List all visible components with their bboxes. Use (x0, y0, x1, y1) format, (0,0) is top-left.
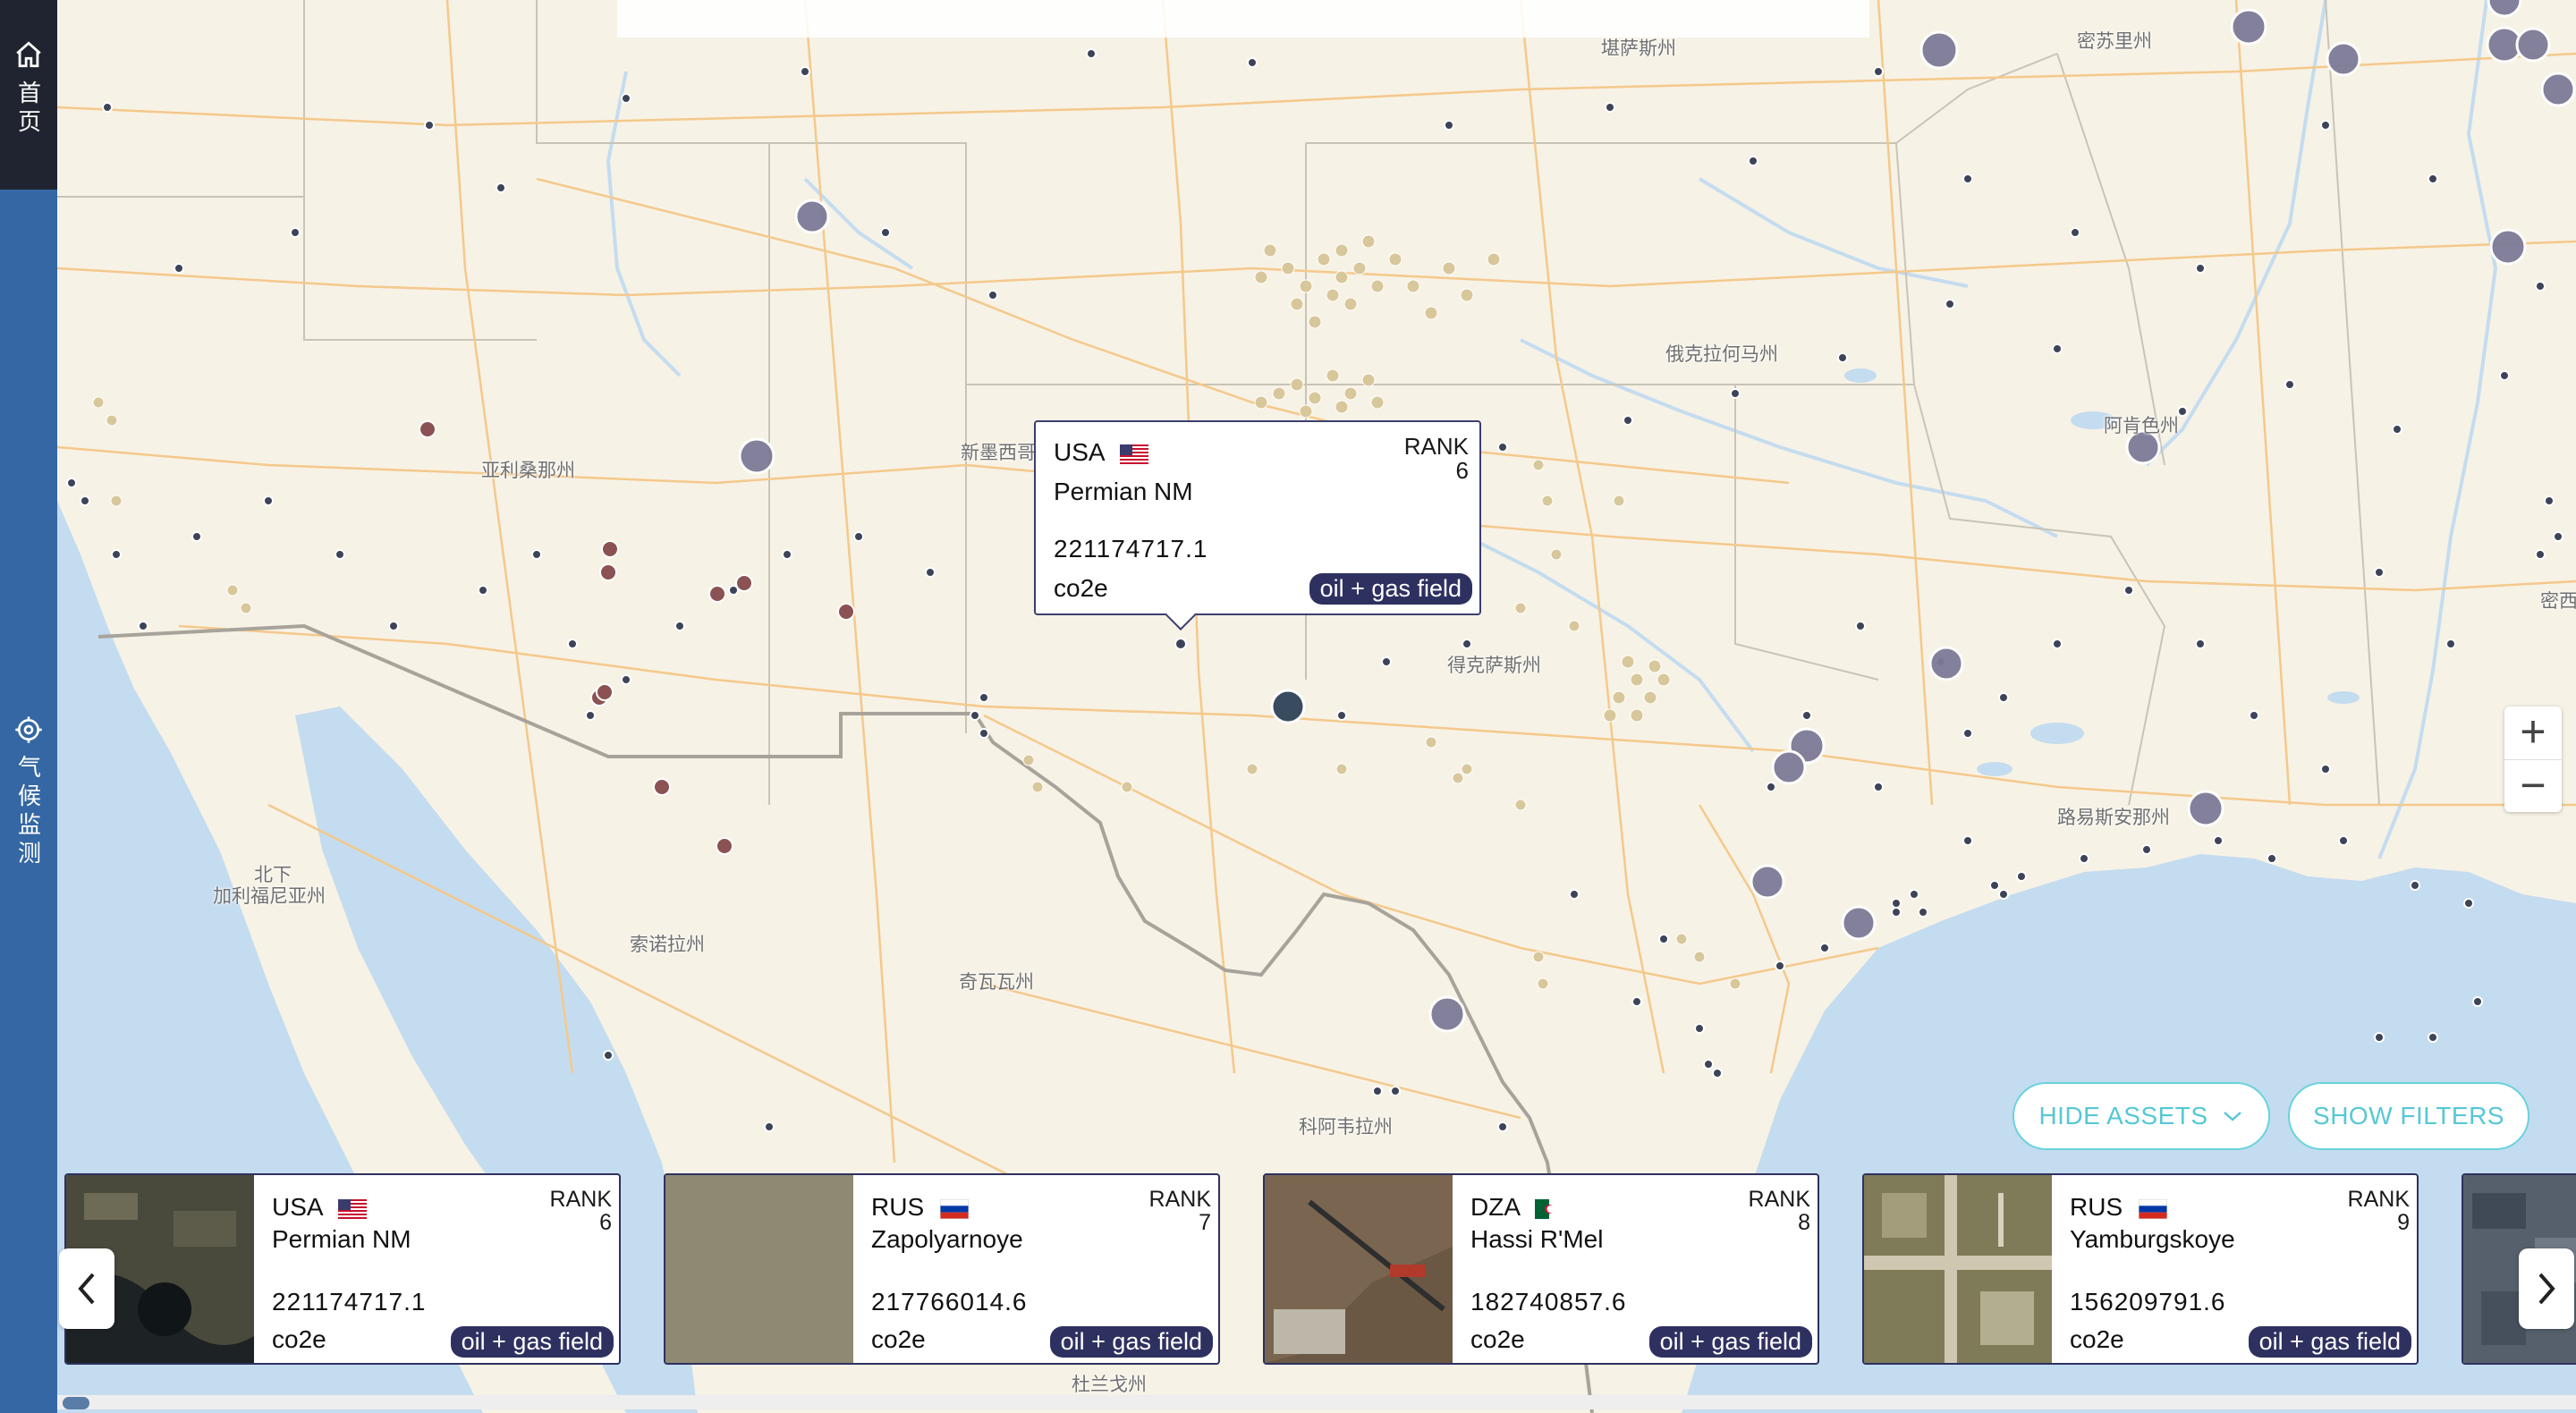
carousel-scrollbar[interactable] (57, 1395, 2576, 1409)
show-filters-button[interactable]: SHOW FILTERS (2288, 1082, 2529, 1150)
carousel-next-button[interactable] (2519, 1248, 2574, 1329)
card-unit: co2e (871, 1325, 926, 1353)
card-country-row: RUS (2070, 1193, 2167, 1222)
popup-unit: co2e (1054, 574, 1108, 602)
map-label-baja-north-2: 加利福尼亚州 (213, 886, 326, 907)
card-rank: RANK 7 (1149, 1188, 1211, 1235)
sidebar-item-climate[interactable]: 气候监测 (0, 715, 57, 869)
card-rank-value: 9 (2397, 1210, 2410, 1236)
sidebar-item-home[interactable]: 首页 (0, 0, 57, 190)
card-country: RUS (871, 1193, 925, 1221)
card-type-badge: oil + gas field (450, 1326, 614, 1358)
card-unit: co2e (2070, 1325, 2124, 1353)
satellite-thumbnail (1864, 1175, 2052, 1363)
home-icon (16, 41, 41, 68)
card-rank: RANK 9 (2348, 1188, 2410, 1235)
card-country: DZA (1470, 1193, 1520, 1221)
dz-flag-icon (1535, 1198, 1564, 1219)
card-rank-label: RANK (549, 1187, 612, 1212)
map-label-arizona: 亚利桑那州 (481, 461, 575, 481)
asset-card[interactable]: USA Permian NM RANK 6 221174717.1 co2e o… (64, 1173, 621, 1365)
card-value: 217766014.6 (871, 1288, 1028, 1316)
map-label-missouri: 密苏里州 (2077, 31, 2152, 52)
sidebar: 首页 气候监测 (0, 0, 57, 1413)
asset-popup[interactable]: USA Permian NM RANK 6 221174717.1 co2e o… (1034, 420, 1481, 615)
popup-type-badge: oil + gas field (1309, 573, 1472, 605)
carousel-scrollbar-thumb[interactable] (63, 1397, 89, 1409)
card-type-badge: oil + gas field (2248, 1326, 2411, 1358)
top-search-bar (617, 0, 1869, 38)
satellite-thumbnail (665, 1175, 853, 1363)
card-rank-label: RANK (1148, 1187, 1211, 1212)
hide-assets-label: HIDE ASSETS (2038, 1102, 2208, 1130)
carousel-prev-button[interactable] (59, 1248, 114, 1329)
show-filters-label: SHOW FILTERS (2313, 1102, 2504, 1130)
map-label-oklahoma: 俄克拉何马州 (1665, 344, 1778, 365)
card-name: Hassi R'Mel (1470, 1225, 1604, 1253)
chevron-down-icon (2223, 1112, 2241, 1121)
map-label-arkansas: 阿肯色州 (2104, 416, 2179, 436)
popup-rank-value: 6 (1455, 457, 1469, 485)
card-country: RUS (2070, 1193, 2123, 1221)
card-rank: RANK 8 (1749, 1188, 1810, 1235)
zoom-in-button[interactable]: + (2504, 706, 2562, 760)
card-name: Yamburgskoye (2070, 1225, 2235, 1253)
map-label-kansas: 堪萨斯州 (1601, 38, 1676, 59)
popup-rank-label: RANK (1403, 433, 1469, 460)
satellite-thumbnail (1265, 1175, 1453, 1363)
ru-flag-icon (2138, 1198, 2167, 1219)
zoom-control: + − (2504, 706, 2562, 812)
card-value: 221174717.1 (272, 1288, 427, 1316)
card-rank: RANK 6 (550, 1188, 612, 1235)
map-label-durango: 杜兰戈州 (1072, 1375, 1147, 1395)
card-unit: co2e (1470, 1325, 1525, 1353)
popup-country-row: USA (1054, 438, 1148, 467)
map-label-mississippi: 密西 (2540, 591, 2576, 612)
card-rank-label: RANK (1748, 1187, 1810, 1212)
chevron-right-icon (2538, 1273, 2555, 1305)
card-country: USA (272, 1193, 323, 1221)
popup-name: Permian NM (1054, 478, 1193, 505)
sidebar-item-climate-label: 气候监测 (14, 755, 42, 869)
card-rank-value: 7 (1199, 1210, 1211, 1236)
chevron-left-icon (78, 1273, 95, 1305)
card-name: Zapolyarnoye (871, 1225, 1023, 1253)
card-country-row: RUS (871, 1193, 969, 1222)
card-rank-value: 6 (599, 1210, 612, 1236)
map-label-chihuahua: 奇瓦瓦州 (959, 972, 1034, 993)
popup-country: USA (1054, 438, 1105, 466)
map-label-louisiana: 路易斯安那州 (2057, 808, 2170, 828)
zoom-out-button[interactable]: − (2504, 760, 2562, 813)
map-label-texas: 得克萨斯州 (1447, 656, 1541, 676)
map-label-sonora: 索诺拉州 (630, 935, 705, 955)
card-rank-label: RANK (2347, 1187, 2410, 1212)
us-flag-icon (1119, 444, 1148, 464)
card-rank-value: 8 (1798, 1210, 1810, 1236)
card-type-badge: oil + gas field (1049, 1326, 1213, 1358)
hide-assets-button[interactable]: HIDE ASSETS (2012, 1082, 2270, 1150)
asset-card[interactable]: RUS Yamburgskoye RANK 9 156209791.6 co2e… (1862, 1173, 2419, 1365)
card-country-row: DZA (1470, 1193, 1564, 1222)
popup-value: 221174717.1 (1054, 535, 1208, 563)
card-value: 182740857.6 (1470, 1288, 1627, 1316)
ru-flag-icon (939, 1198, 969, 1219)
card-type-badge: oil + gas field (1648, 1326, 1812, 1358)
map-label-coahuila: 科阿韦拉州 (1299, 1117, 1393, 1138)
sidebar-item-home-label: 首页 (14, 80, 42, 138)
asset-card[interactable]: DZA Hassi R'Mel RANK 8 182740857.6 co2e … (1263, 1173, 1819, 1365)
asset-card[interactable]: RUS Zapolyarnoye RANK 7 217766014.6 co2e… (664, 1173, 1220, 1365)
card-name: Permian NM (272, 1225, 411, 1253)
card-country-row: USA (272, 1193, 367, 1222)
popup-rank: RANK 6 (1403, 433, 1469, 485)
card-value: 156209791.6 (2070, 1288, 2226, 1316)
us-flag-icon (337, 1198, 367, 1219)
card-unit: co2e (272, 1325, 326, 1353)
target-icon (15, 716, 42, 743)
